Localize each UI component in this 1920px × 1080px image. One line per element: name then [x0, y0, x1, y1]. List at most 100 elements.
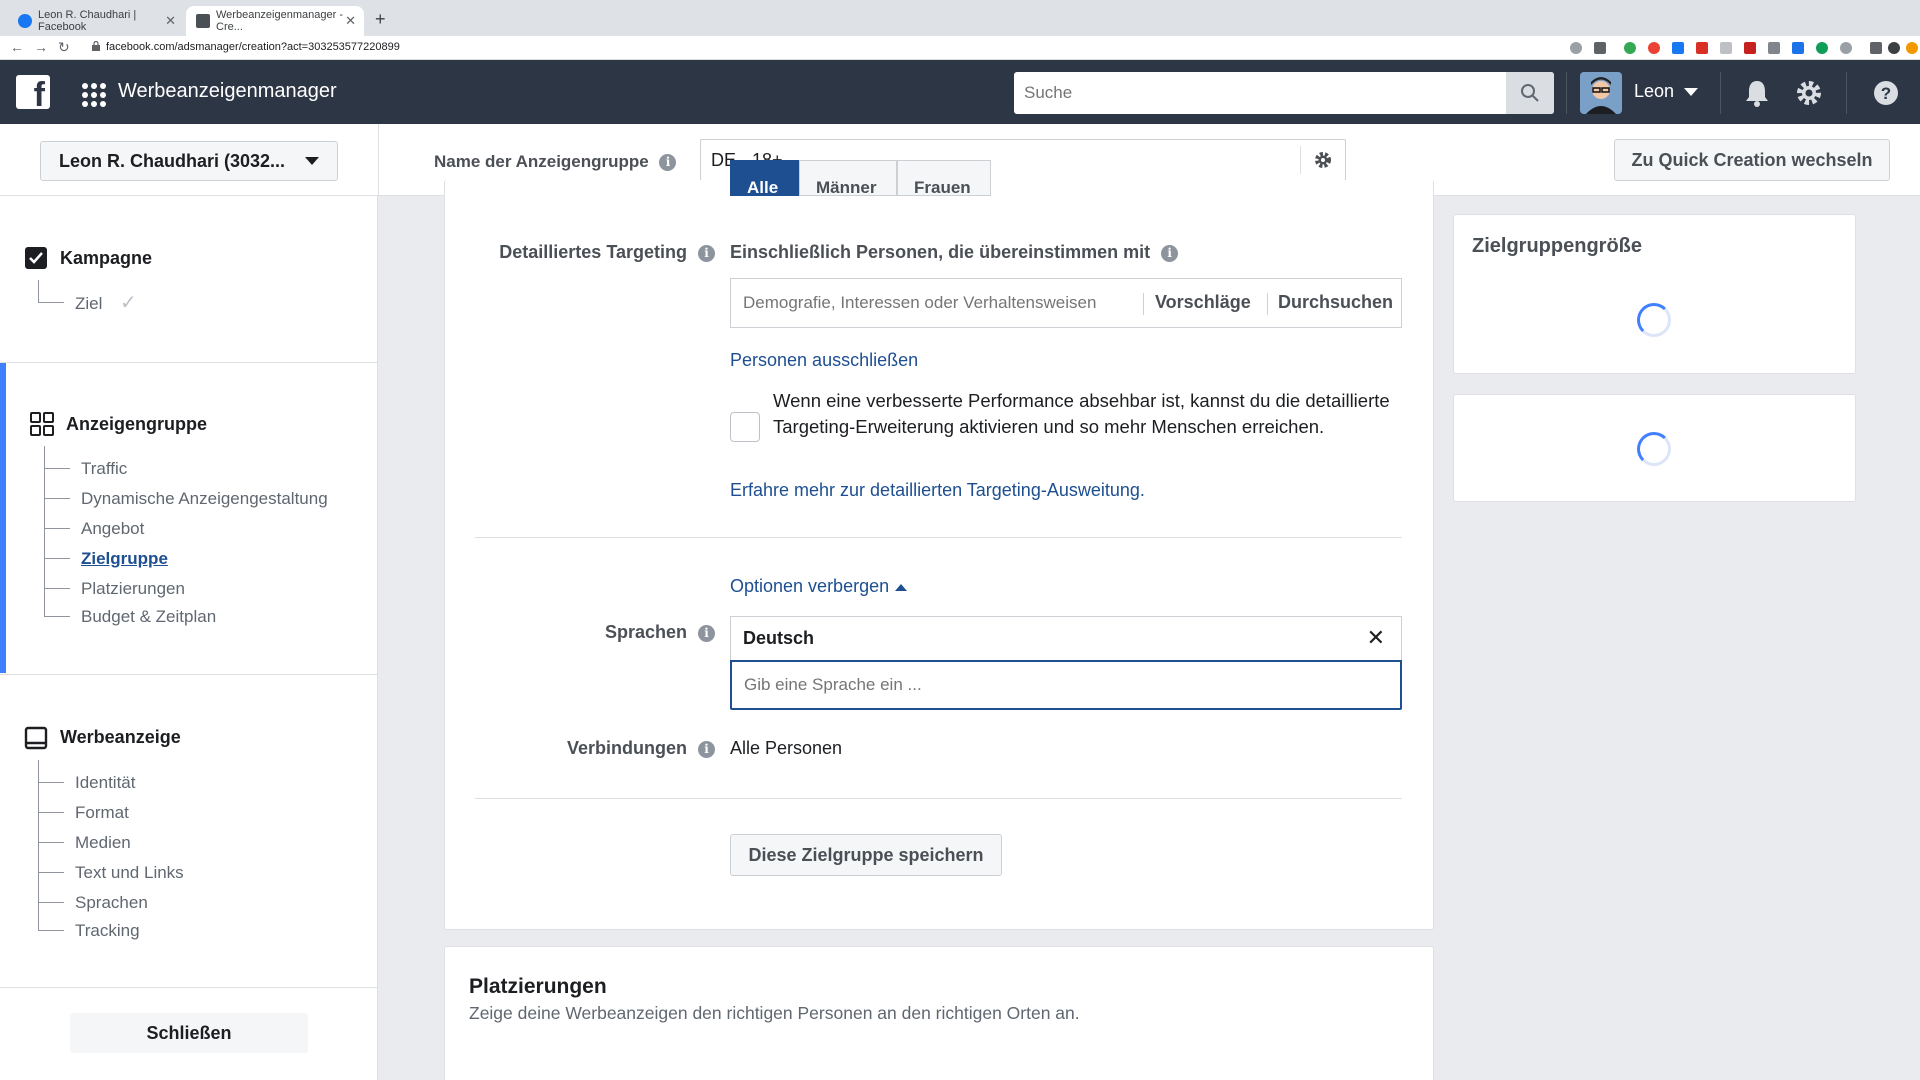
extension-icon[interactable] — [1840, 42, 1852, 54]
gender-option-all[interactable]: Alle — [730, 160, 799, 196]
info-icon[interactable]: i — [698, 624, 715, 642]
sidebar-item-audience[interactable]: Zielgruppe — [81, 549, 168, 569]
info-icon[interactable]: i — [659, 154, 677, 172]
heading-text: Einschließlich Personen, die übereinstim… — [730, 242, 1151, 262]
connections-value[interactable]: Alle Personen — [730, 738, 842, 759]
tree-line — [38, 930, 64, 931]
audience-size-card: Zielgruppengröße — [1453, 214, 1856, 374]
help-icon[interactable]: ? — [1872, 79, 1900, 107]
targeting-expansion-text: Wenn eine verbesserte Performance absehb… — [773, 390, 1390, 437]
account-selector[interactable]: Leon R. Chaudhari (3032... — [40, 141, 338, 181]
sidebar-item-format[interactable]: Format — [75, 803, 129, 823]
language-input[interactable] — [744, 675, 1344, 695]
sidebar-section-ad[interactable]: Werbeanzeige — [60, 727, 181, 748]
zoom-icon[interactable] — [1570, 42, 1582, 54]
avatar[interactable] — [1580, 72, 1622, 114]
profile-icon[interactable] — [1888, 42, 1900, 54]
audience-card: Alle Männer Frauen Detailliertes Targeti… — [444, 160, 1434, 930]
tab-title: Werbeanzeigenmanager - Cre... — [216, 9, 343, 33]
info-icon[interactable]: i — [1161, 244, 1179, 262]
info-icon[interactable]: i — [698, 740, 715, 758]
bell-icon[interactable] — [1742, 78, 1772, 108]
sidebar-item-budget[interactable]: Budget & Zeitplan — [81, 607, 216, 627]
language-input-box — [730, 660, 1402, 710]
user-name[interactable]: Leon — [1634, 81, 1674, 102]
tree-line — [44, 616, 70, 617]
reload-icon[interactable]: ↻ — [58, 39, 70, 56]
hide-options-toggle[interactable]: Optionen verbergen — [730, 576, 908, 597]
sidebar-item-dynamic-creative[interactable]: Dynamische Anzeigengestaltung — [81, 489, 328, 509]
remove-language-icon[interactable]: ✕ — [1367, 625, 1385, 651]
browser-address-bar: ← → ↻ facebook.com/adsmanager/creation?a… — [0, 36, 1920, 60]
svg-text:?: ? — [1881, 84, 1891, 103]
sidebar-item-languages[interactable]: Sprachen — [75, 893, 148, 913]
extension-icon[interactable] — [1816, 42, 1828, 54]
apps-grid-icon[interactable] — [82, 83, 106, 107]
tree-line — [38, 782, 64, 783]
tree-line — [38, 812, 64, 813]
sidebar-section-adset[interactable]: Anzeigengruppe — [66, 414, 207, 435]
suggestions-button[interactable]: Vorschläge — [1155, 292, 1251, 313]
extension-icon[interactable] — [1696, 42, 1708, 54]
adset-name-label: Name der Anzeigengruppe i — [434, 152, 677, 172]
extension-icon[interactable] — [1792, 42, 1804, 54]
gender-option-men[interactable]: Männer — [799, 160, 897, 196]
exclude-people-link[interactable]: Personen ausschließen — [730, 350, 918, 371]
extension-icon[interactable] — [1672, 42, 1684, 54]
save-audience-button[interactable]: Diese Zielgruppe speichern — [730, 834, 1002, 876]
url-text[interactable]: facebook.com/adsmanager/creation?act=303… — [106, 41, 400, 53]
sidebar-item-identity[interactable]: Identität — [75, 773, 136, 793]
update-icon[interactable] — [1906, 42, 1918, 54]
tree-line — [44, 446, 45, 616]
learn-more-link[interactable]: Erfahre mehr zur detaillierten Targeting… — [730, 480, 1145, 501]
sidebar-section-campaign[interactable]: Kampagne — [60, 248, 152, 269]
forward-icon[interactable]: → — [34, 39, 48, 55]
tree-line — [38, 760, 39, 930]
extension-icon[interactable] — [1720, 42, 1732, 54]
close-button[interactable]: Schließen — [70, 1013, 308, 1053]
sidebar-item-tracking[interactable]: Tracking — [75, 921, 140, 941]
divider — [1846, 72, 1847, 114]
sidebar-item-ziel[interactable]: Ziel — [75, 294, 102, 314]
search-input[interactable] — [1014, 72, 1504, 114]
facebook-favicon-icon — [18, 14, 32, 28]
sidebar-item-offer[interactable]: Angebot — [81, 519, 144, 539]
sidebar-item-media[interactable]: Medien — [75, 833, 131, 853]
extension-icon[interactable] — [1768, 42, 1780, 54]
close-tab-icon[interactable]: ✕ — [345, 13, 356, 29]
sidebar-item-placements[interactable]: Platzierungen — [81, 579, 185, 599]
facebook-logo-icon[interactable]: f — [16, 75, 50, 109]
quick-creation-button[interactable]: Zu Quick Creation wechseln — [1614, 139, 1890, 181]
close-tab-icon[interactable]: ✕ — [165, 13, 176, 29]
extension-icon[interactable] — [1744, 42, 1756, 54]
gear-icon[interactable] — [1794, 78, 1824, 108]
search-box — [1014, 72, 1554, 114]
browse-button[interactable]: Durchsuchen — [1278, 292, 1393, 313]
extensions-menu-icon[interactable] — [1870, 42, 1882, 54]
chevron-down-icon — [305, 157, 319, 165]
sidebar-item-traffic[interactable]: Traffic — [81, 459, 127, 479]
gear-icon[interactable] — [1313, 150, 1333, 170]
app-title[interactable]: Werbeanzeigenmanager — [118, 80, 337, 103]
gender-option-women[interactable]: Frauen — [897, 160, 991, 196]
placements-subtitle: Zeige deine Werbeanzeigen den richtigen … — [469, 1003, 1080, 1023]
extension-icon[interactable] — [1624, 42, 1636, 54]
search-button[interactable] — [1506, 72, 1554, 114]
lock-icon — [92, 41, 100, 51]
sidebar-item-text-links[interactable]: Text und Links — [75, 863, 184, 883]
divider — [378, 124, 379, 196]
targeting-expansion-checkbox[interactable] — [730, 412, 760, 442]
browser-tab-adsmanager[interactable]: Werbeanzeigenmanager - Cre... ✕ — [186, 6, 364, 36]
info-icon[interactable]: i — [698, 244, 715, 262]
back-icon[interactable]: ← — [10, 39, 24, 55]
tree-line — [38, 842, 64, 843]
extension-icon[interactable] — [1648, 42, 1660, 54]
gender-selector: Alle Männer Frauen — [730, 160, 991, 196]
chevron-down-icon[interactable] — [1684, 88, 1698, 96]
browser-tab-facebook[interactable]: Leon R. Chaudhari | Facebook ✕ — [8, 6, 184, 36]
tree-line — [44, 588, 70, 589]
bookmark-star-icon[interactable] — [1594, 42, 1606, 54]
checkbox-checked-icon — [25, 247, 47, 269]
new-tab-icon[interactable]: + — [375, 9, 386, 30]
targeting-input[interactable] — [743, 293, 1143, 313]
